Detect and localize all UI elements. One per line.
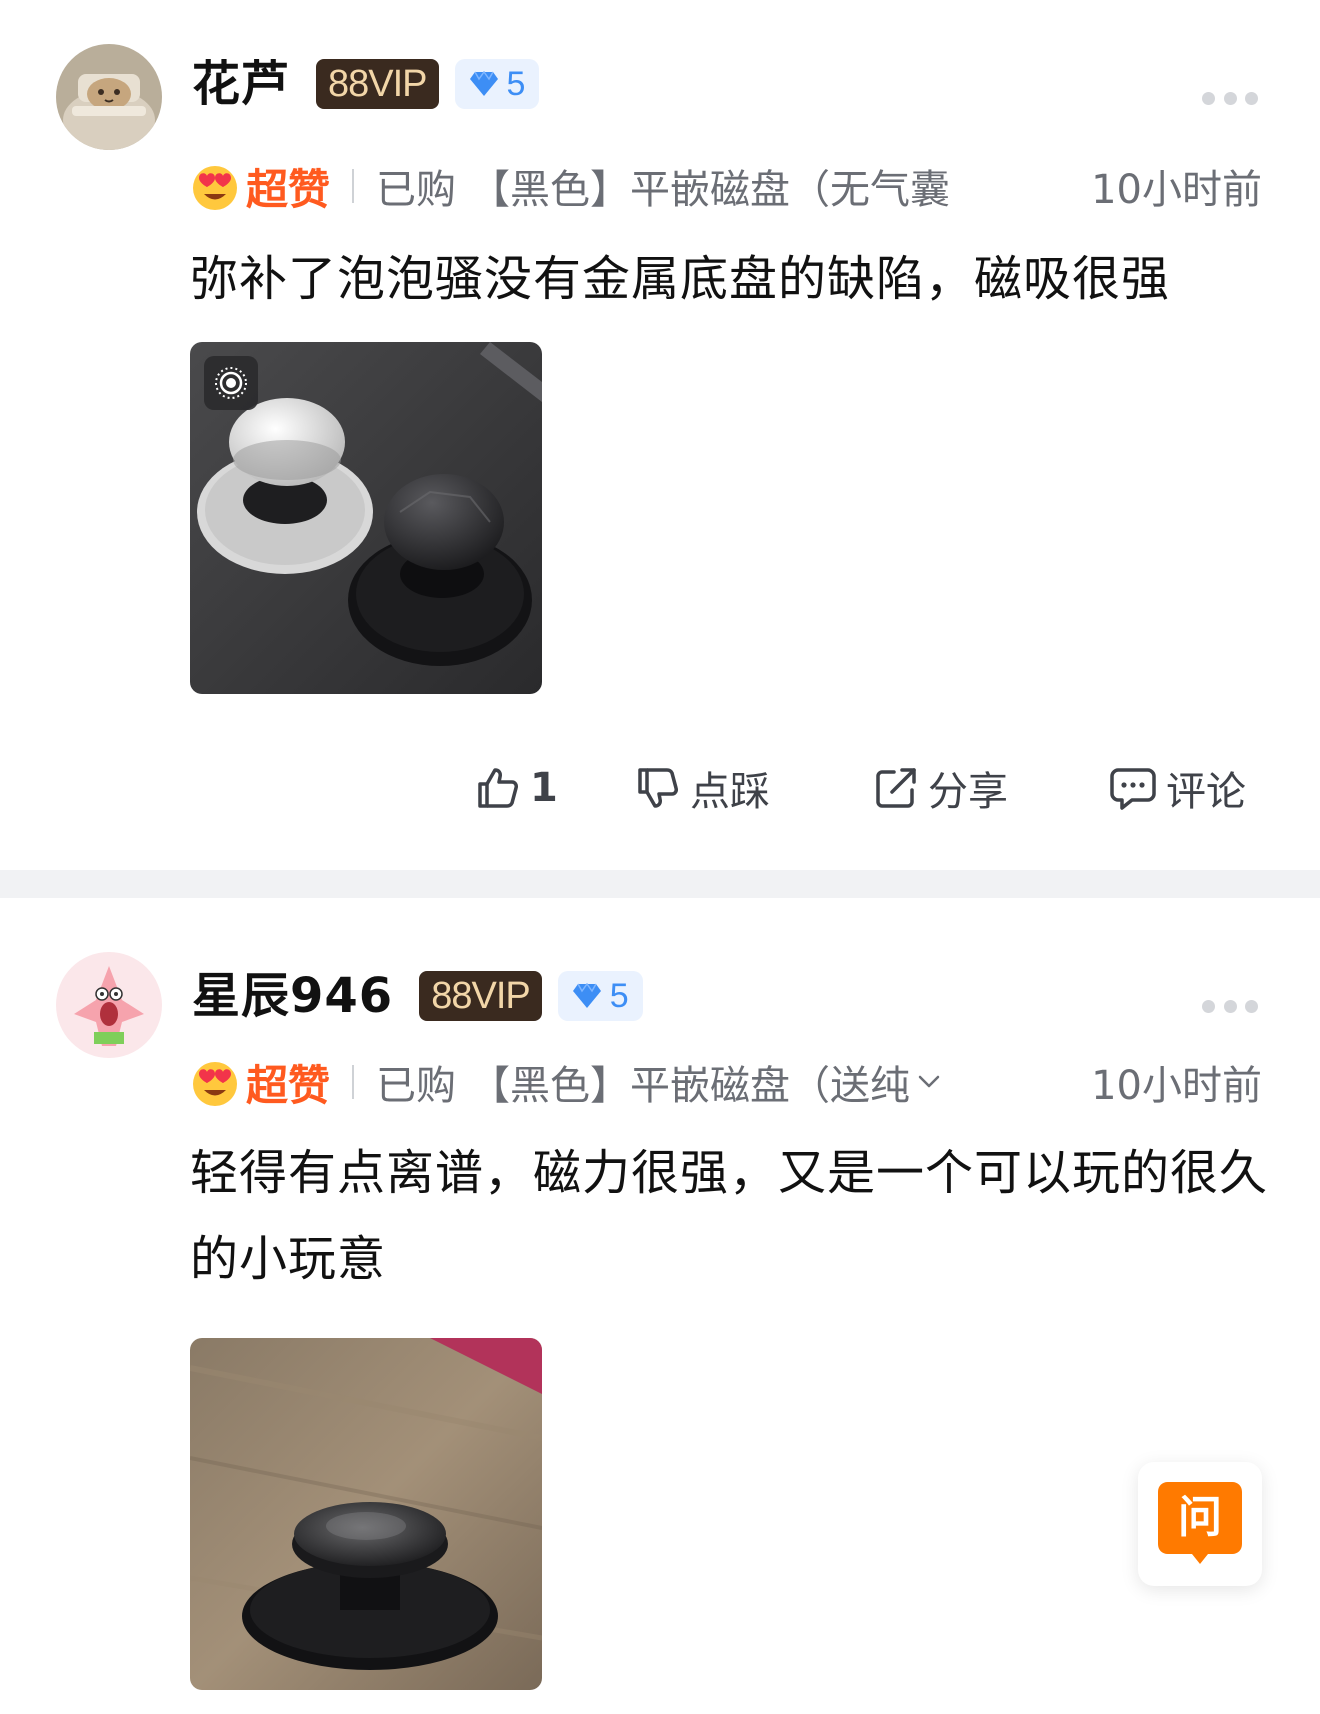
avatar[interactable] [56, 44, 162, 150]
timestamp: 10小时前 [1091, 1063, 1262, 1109]
dislike-label: 点踩 [690, 769, 770, 815]
purchased-label: 已购 [376, 1063, 457, 1109]
review-meta: 超赞 已购 【黑色】平嵌磁盘（送纯 10小时前 [190, 1054, 1262, 1110]
heart-eyes-emoji-icon [193, 166, 237, 210]
like-button[interactable]: 1 [474, 758, 558, 818]
live-photo-icon [215, 367, 247, 399]
avatar-cat-image [56, 44, 162, 150]
rating-label: 超赞 [246, 164, 331, 214]
vip-badge: 88VIP [419, 971, 542, 1021]
meta-divider [352, 1065, 355, 1099]
chevron-down-icon[interactable] [914, 1067, 944, 1097]
review-photo[interactable] [190, 1338, 542, 1690]
review-photo-image [190, 1338, 542, 1690]
thumbs-up-icon [478, 768, 518, 808]
review-text: 弥补了泡泡骚没有金属底盘的缺陷，磁吸很强 [190, 251, 1171, 307]
avatar[interactable] [56, 952, 162, 1058]
diamond-icon [469, 71, 498, 96]
timestamp: 10小时前 [1091, 167, 1262, 213]
thumbs-down-icon [638, 768, 678, 808]
level-value: 5 [506, 64, 526, 103]
comment-icon [1110, 768, 1156, 810]
share-icon [876, 768, 916, 808]
review-text: 轻得有点离谱，磁力很强，又是一个可以玩的很久的小玩意 [190, 1145, 1269, 1287]
sku-variant[interactable]: 【黑色】平嵌磁盘（送纯 [470, 1053, 910, 1111]
vip-badge: 88VIP [316, 59, 439, 109]
comment-label: 评论 [1166, 769, 1246, 815]
reviewer-header: 星辰946 88VIP 5 [192, 966, 643, 1026]
more-options-button[interactable] [1202, 88, 1258, 108]
ask-question-button[interactable]: 问 [1138, 1462, 1262, 1586]
username[interactable]: 花芦 [192, 54, 290, 114]
more-dots-icon [1202, 999, 1215, 1013]
share-label: 分享 [928, 769, 1008, 815]
more-dots-icon [1202, 91, 1215, 105]
review-card: 星辰946 88VIP 5 超赞 已购 【黑色】平嵌磁盘（送纯 10小时前 轻得… [0, 898, 1320, 1714]
like-count: 1 [530, 765, 558, 811]
review-actions: 1 点踩 分享 评论 [0, 758, 1320, 818]
review-meta: 超赞 已购 【黑色】平嵌磁盘（无气囊 10小时前 [190, 158, 1262, 214]
meta-divider [352, 169, 355, 203]
sku-variant[interactable]: 【黑色】平嵌磁盘（无气囊 [470, 157, 1065, 215]
level-value: 5 [609, 976, 629, 1015]
ask-icon: 问 [1158, 1482, 1242, 1566]
username[interactable]: 星辰946 [192, 966, 393, 1026]
section-divider [0, 870, 1320, 898]
reviewer-header: 花芦 88VIP 5 [192, 54, 540, 114]
ask-label: 问 [1178, 1492, 1222, 1543]
level-badge: 5 [557, 971, 643, 1021]
review-photo[interactable] [190, 342, 542, 694]
purchased-label: 已购 [376, 167, 457, 213]
dislike-button[interactable]: 点踩 [634, 758, 770, 818]
level-badge: 5 [454, 59, 540, 109]
heart-eyes-emoji-icon [193, 1062, 237, 1106]
share-button[interactable]: 分享 [872, 758, 1008, 818]
diamond-icon [572, 983, 601, 1008]
rating-label: 超赞 [246, 1060, 331, 1110]
avatar-starfish-image [56, 952, 162, 1058]
comment-button[interactable]: 评论 [1108, 758, 1246, 818]
review-card: 花芦 88VIP 5 超赞 已购 【黑色】平嵌磁盘（无气囊 10小时前 弥补了泡… [0, 0, 1320, 870]
more-options-button[interactable] [1202, 996, 1258, 1016]
